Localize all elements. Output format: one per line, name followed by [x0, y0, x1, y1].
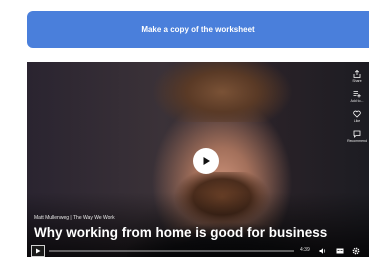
video-frame-hair: [147, 62, 297, 122]
center-play-button[interactable]: [193, 148, 219, 174]
video-player[interactable]: Share Add to... Like Recommend Matt Mull…: [27, 62, 369, 257]
heart-icon: [353, 110, 361, 118]
settings-gear-icon[interactable]: [352, 247, 360, 255]
add-to-list-icon: [353, 91, 361, 98]
volume-icon[interactable]: [319, 247, 327, 255]
add-to-label: Add to...: [350, 99, 364, 103]
share-icon: [353, 70, 361, 78]
play-pause-button[interactable]: [31, 245, 45, 257]
video-byline: Matt Mullenweg | The Way We Work: [34, 215, 115, 221]
like-action[interactable]: Like: [353, 110, 361, 123]
recommend-label: Recommend: [347, 139, 367, 143]
play-icon: [36, 248, 41, 254]
share-label: Share: [352, 79, 362, 83]
recommend-action[interactable]: Recommend: [347, 130, 367, 143]
side-actions: Share Add to... Like Recommend: [345, 70, 369, 150]
captions-icon[interactable]: [336, 247, 344, 255]
page: Make a copy of the worksheet Share Add t…: [0, 0, 369, 257]
recommend-icon: [353, 130, 361, 138]
make-copy-button[interactable]: Make a copy of the worksheet: [27, 11, 369, 48]
video-duration: 4:39: [300, 247, 310, 253]
video-controls: 4:39: [27, 245, 369, 257]
play-icon: [203, 157, 210, 165]
video-title: Why working from home is good for busine…: [34, 225, 328, 240]
like-label: Like: [353, 119, 361, 123]
add-to-action[interactable]: Add to...: [350, 90, 364, 103]
share-action[interactable]: Share: [352, 70, 362, 83]
progress-bar[interactable]: [49, 250, 294, 252]
